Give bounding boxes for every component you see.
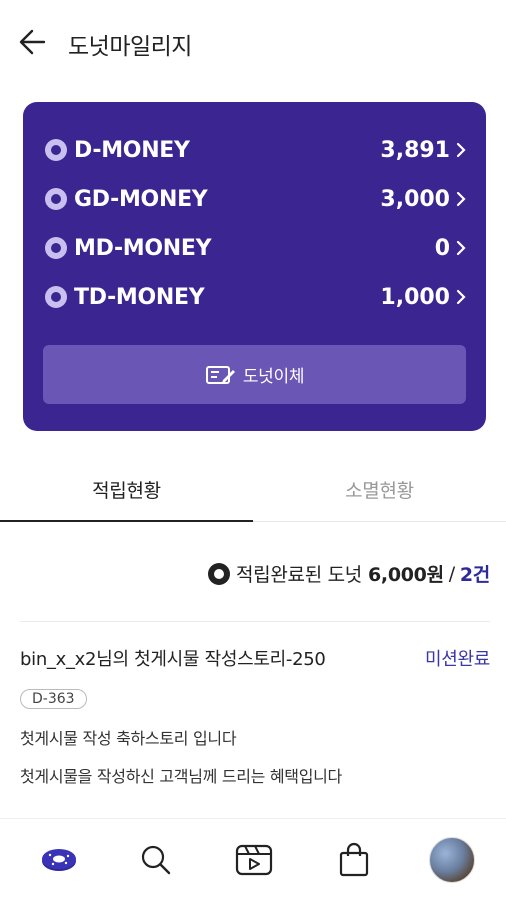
d-day-badge: D-363 [20,689,87,709]
money-amount: 3,891 [380,137,450,163]
money-name: GD-MONEY [74,186,208,212]
chevron-right-icon [456,240,466,256]
shopping-bag-icon[interactable] [331,837,377,883]
money-amount: 3,000 [380,186,450,212]
summary-count: 2건 [459,564,490,586]
coin-icon [45,237,67,259]
tab-bar: 적립현황 소멸현황 [0,456,506,522]
page-title: 도넛마일리지 [68,34,192,60]
money-row-d[interactable]: D-MONEY 3,891 [45,130,468,170]
bottom-nav [0,818,506,900]
mission-description: 첫게시물 작성 축하스토리 입니다 [20,729,237,748]
donut-icon[interactable] [36,837,82,883]
back-arrow-icon[interactable] [14,22,54,62]
tab-earned[interactable]: 적립현황 [0,456,253,522]
chevron-right-icon [456,289,466,305]
mission-description-2: 첫게시물을 작성하신 고객님께 드리는 혜택입니다 [20,767,342,786]
coin-icon [45,188,67,210]
chevron-right-icon [456,142,466,158]
money-card: D-MONEY 3,891 GD-MONEY 3,000 MD-MONEY 0 … [23,102,486,431]
ticket-icon [205,365,235,384]
avatar [429,837,475,883]
money-name: TD-MONEY [74,284,205,310]
money-amount: 1,000 [380,284,450,310]
chevron-right-icon [456,191,466,207]
summary-label: 적립완료된 도넛 [235,564,362,586]
money-row-gd[interactable]: GD-MONEY 3,000 [45,179,468,219]
money-row-td[interactable]: TD-MONEY 1,000 [45,277,468,317]
mission-item[interactable]: bin_x_x2님의 첫게시물 작성스토리-250 미션완료 D-363 첫게시… [20,645,490,787]
profile-avatar[interactable] [429,837,475,883]
header: 도넛마일리지 [0,0,506,84]
tab-expired[interactable]: 소멸현황 [253,456,506,522]
coin-icon [45,139,67,161]
summary-separator: / [448,562,455,585]
donut-coin-icon [207,562,230,585]
active-tab-indicator [0,520,253,522]
money-amount: 0 [434,235,450,261]
summary-amount: 6,000원 [368,564,444,586]
search-icon[interactable] [133,837,179,883]
transfer-button[interactable]: 도넛이체 [43,345,466,404]
money-name: MD-MONEY [74,235,212,261]
earned-summary: 적립완료된 도넛 6,000원 / 2건 [207,560,490,587]
mission-title: bin_x_x2님의 첫게시물 작성스토리-250 [20,649,326,670]
coin-icon [45,286,67,308]
transfer-label: 도넛이체 [242,367,305,387]
money-name: D-MONEY [74,137,190,163]
video-icon[interactable] [231,837,277,883]
mission-status: 미션완료 [424,649,490,670]
divider [20,621,490,622]
money-row-md[interactable]: MD-MONEY 0 [45,228,468,268]
